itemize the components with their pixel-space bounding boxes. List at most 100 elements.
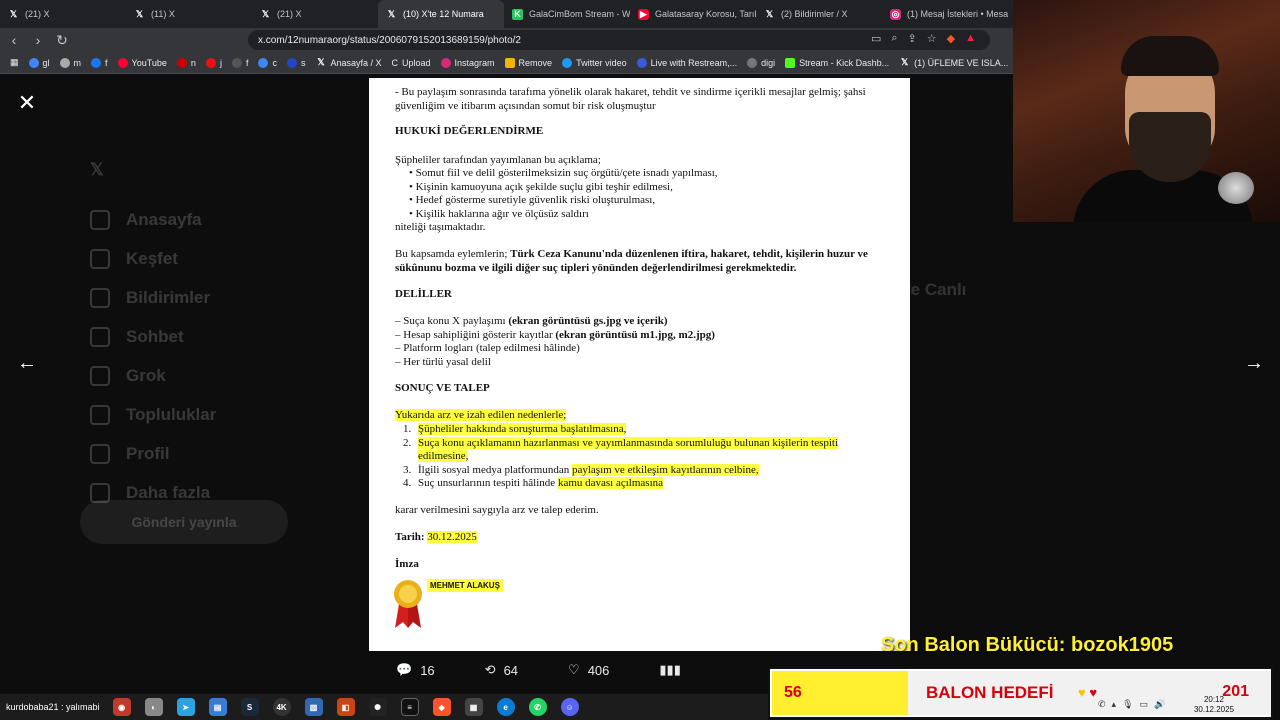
site-icon xyxy=(286,57,297,68)
google-icon xyxy=(28,57,39,68)
brave-shield-icon[interactable]: ◆ xyxy=(947,32,955,45)
4k-icon[interactable]: 4K xyxy=(272,698,291,716)
doc-evidence-item: – Hesap sahipliğini gösterir kayıtlar (e… xyxy=(395,328,715,341)
doc-legal-bullet: • Somut fiil ve delil gösterilmeksizin s… xyxy=(409,167,718,179)
discord-icon[interactable]: ☺ xyxy=(560,698,579,716)
x-nav-item: Grok xyxy=(90,356,290,395)
whatsapp-icon[interactable]: ✆ xyxy=(528,698,547,716)
youtube-icon xyxy=(117,57,128,68)
taskbar-clock[interactable]: 20:12 30.12.2025 xyxy=(1188,695,1240,715)
bookmark-item[interactable]: Instagram xyxy=(440,57,495,68)
communities-icon xyxy=(90,404,110,425)
browser-tab[interactable]: ◎ (1) Mesaj İstekleri • Mesaj xyxy=(882,0,1008,28)
bookmark-item[interactable]: Remove xyxy=(504,57,552,68)
forward-icon[interactable]: › xyxy=(28,30,48,50)
whatsapp-tray-icon[interactable]: ✆ xyxy=(1098,699,1106,710)
x-icon: 𝕏 xyxy=(135,8,144,19)
x-nav-item: Anasayfa xyxy=(90,200,290,239)
reload-icon[interactable]: ↻ xyxy=(52,30,72,50)
doc-heading-result: SONUÇ VE TALEP xyxy=(395,382,490,394)
windows-taskbar: kurdobaba21 : yalımabi ◉ ◐ ➤ ▤ S 4K ▧ ◧ … xyxy=(0,694,768,720)
address-bar-actions: ▭ ⌕ ⇪ ☆ ◆ ▲ xyxy=(871,32,976,45)
bookmark-item[interactable]: Twitter video xyxy=(562,57,627,68)
share-icon[interactable]: ⇪ xyxy=(908,32,917,45)
goal-current: 56 xyxy=(772,671,908,715)
bookmark-item[interactable]: j xyxy=(205,57,222,68)
browser-tab[interactable]: 𝕏 (11) X xyxy=(126,0,252,28)
youtube-icon: ▶ xyxy=(638,8,649,20)
doc-evidence-item: – Platform logları (talep edilmesi hâlin… xyxy=(395,342,580,354)
views-button[interactable]: ▮▮▮ xyxy=(659,662,680,678)
brave-icon[interactable]: ◆ xyxy=(432,698,451,716)
app-icon[interactable]: ◧ xyxy=(336,698,355,716)
browser-tab[interactable]: 𝕏 (21) X xyxy=(0,0,126,28)
bookmark-item[interactable]: YouTube xyxy=(117,57,167,68)
app-icon[interactable]: ▧ xyxy=(304,698,323,716)
bookmark-item[interactable]: f xyxy=(91,57,108,68)
doc-legal-bullet: • Hedef gösterme suretiyle güvenlik risk… xyxy=(409,194,656,206)
back-icon[interactable]: ‹ xyxy=(4,30,24,50)
doc-result-lead: Yukarıda arz ve izah edilen nedenlerle; xyxy=(395,409,567,421)
bookmark-item[interactable]: n xyxy=(176,57,196,68)
mic-tray-icon[interactable]: 🎙 xyxy=(1122,699,1133,710)
bookmark-item[interactable]: 𝕏 Anasayfa / X xyxy=(315,57,381,68)
doc-legal-tail: niteliği taşımaktadır. xyxy=(395,221,486,233)
volume-icon[interactable]: 🔊 xyxy=(1154,699,1165,710)
facebook-icon xyxy=(91,57,102,68)
taskbar-overlay-user: kurdobaba21 : yalımabi xyxy=(6,702,100,712)
star-icon[interactable]: ☆ xyxy=(927,32,937,45)
x-nav-item: Keşfet xyxy=(90,239,290,278)
network-icon[interactable]: ▭ xyxy=(1140,699,1149,710)
system-tray: ✆ ▴ 🎙 ▭ 🔊 xyxy=(1098,699,1165,710)
doc-legal-lead: Şüpheliler tarafından yayımlanan bu açık… xyxy=(395,154,601,166)
close-icon[interactable]: ✕ xyxy=(16,92,38,114)
chatgpt-icon[interactable]: ✺ xyxy=(368,698,387,716)
doc-evidence-item: – Her türlü yasal delil xyxy=(395,355,491,368)
app-icon[interactable]: ◐ xyxy=(144,698,163,716)
telegram-icon[interactable]: ➤ xyxy=(176,698,195,716)
doc-request-item: 1. Şüpheliler hakkında soruşturma başlatı… xyxy=(403,423,627,435)
browser-tab[interactable]: ▶ Galatasaray Korosu, Tarık İ xyxy=(630,0,756,28)
app-icon[interactable]: ≡ xyxy=(400,698,419,716)
brave-rewards-icon[interactable]: ▲ xyxy=(965,32,976,45)
bookmark-item[interactable]: C Upload xyxy=(391,58,430,68)
previous-photo-arrow-icon[interactable]: ← xyxy=(15,351,39,375)
bookmark-item[interactable]: Live with Restream,... xyxy=(636,57,737,68)
file-icon[interactable]: ▤ xyxy=(208,698,227,716)
steam-icon[interactable]: S xyxy=(240,698,259,716)
screen-icon[interactable]: ▭ xyxy=(871,32,881,45)
x-post-button-dimmed: Gönderi yayınla xyxy=(80,500,288,544)
repost-button[interactable]: ⟲ 64 xyxy=(485,662,518,678)
browser-tab[interactable]: 𝕏 (2) Bildirimler / X xyxy=(756,0,882,28)
bookmark-item[interactable]: c xyxy=(258,57,277,68)
bookmark-item[interactable]: m xyxy=(59,57,81,68)
bookmark-item[interactable]: gl xyxy=(28,57,50,68)
repost-icon: ⟲ xyxy=(484,662,496,677)
bookmark-item[interactable]: digi xyxy=(747,57,775,68)
doc-scope-paragraph: Bu kapsamda eylemlerin; Türk Ceza Kanunu… xyxy=(395,248,868,274)
edge-icon[interactable]: e xyxy=(496,698,515,716)
app-icon[interactable]: ◉ xyxy=(112,698,131,716)
doc-request-item: 3. İlgili sosyal medya platformundan payl… xyxy=(403,463,759,476)
chrome-icon xyxy=(258,57,269,68)
reply-button[interactable]: 💬 16 xyxy=(396,662,435,678)
bookmark-item[interactable]: f xyxy=(231,57,248,68)
zoom-icon[interactable]: ⌕ xyxy=(891,32,897,45)
grok-icon xyxy=(90,365,110,386)
browser-tab[interactable]: 𝕏 (21) X xyxy=(252,0,378,28)
bookmark-item[interactable]: 𝕏 (1) ÜFLEME VE ISLA... xyxy=(899,57,1008,68)
bookmark-item[interactable]: Stream - Kick Dashb... xyxy=(785,57,889,68)
bar-chart-icon: ▮▮▮ xyxy=(659,662,681,677)
browser-tab-active[interactable]: 𝕏 (10) X'te 12 Numara xyxy=(378,0,504,28)
bookmark-item[interactable]: s xyxy=(286,57,305,68)
upload-icon: C xyxy=(391,57,398,68)
tray-icon[interactable]: ▴ xyxy=(1112,699,1117,710)
like-button[interactable]: ♡ 406 xyxy=(568,662,609,678)
browser-tab[interactable]: K GalaCimBom Stream - Wa xyxy=(504,0,630,28)
post-actions-bar: 💬 16 ⟲ 64 ♡ 406 ▮▮▮ xyxy=(396,662,681,678)
site-icon xyxy=(231,57,242,68)
app-icon[interactable]: ▦ xyxy=(464,698,483,716)
next-photo-arrow-icon[interactable]: → xyxy=(1242,351,1266,375)
doc-request-item: 2. Suça konu açıklamanın hazırlanması ve … xyxy=(403,436,839,462)
apps-grid-icon[interactable]: ▦ xyxy=(10,57,19,68)
